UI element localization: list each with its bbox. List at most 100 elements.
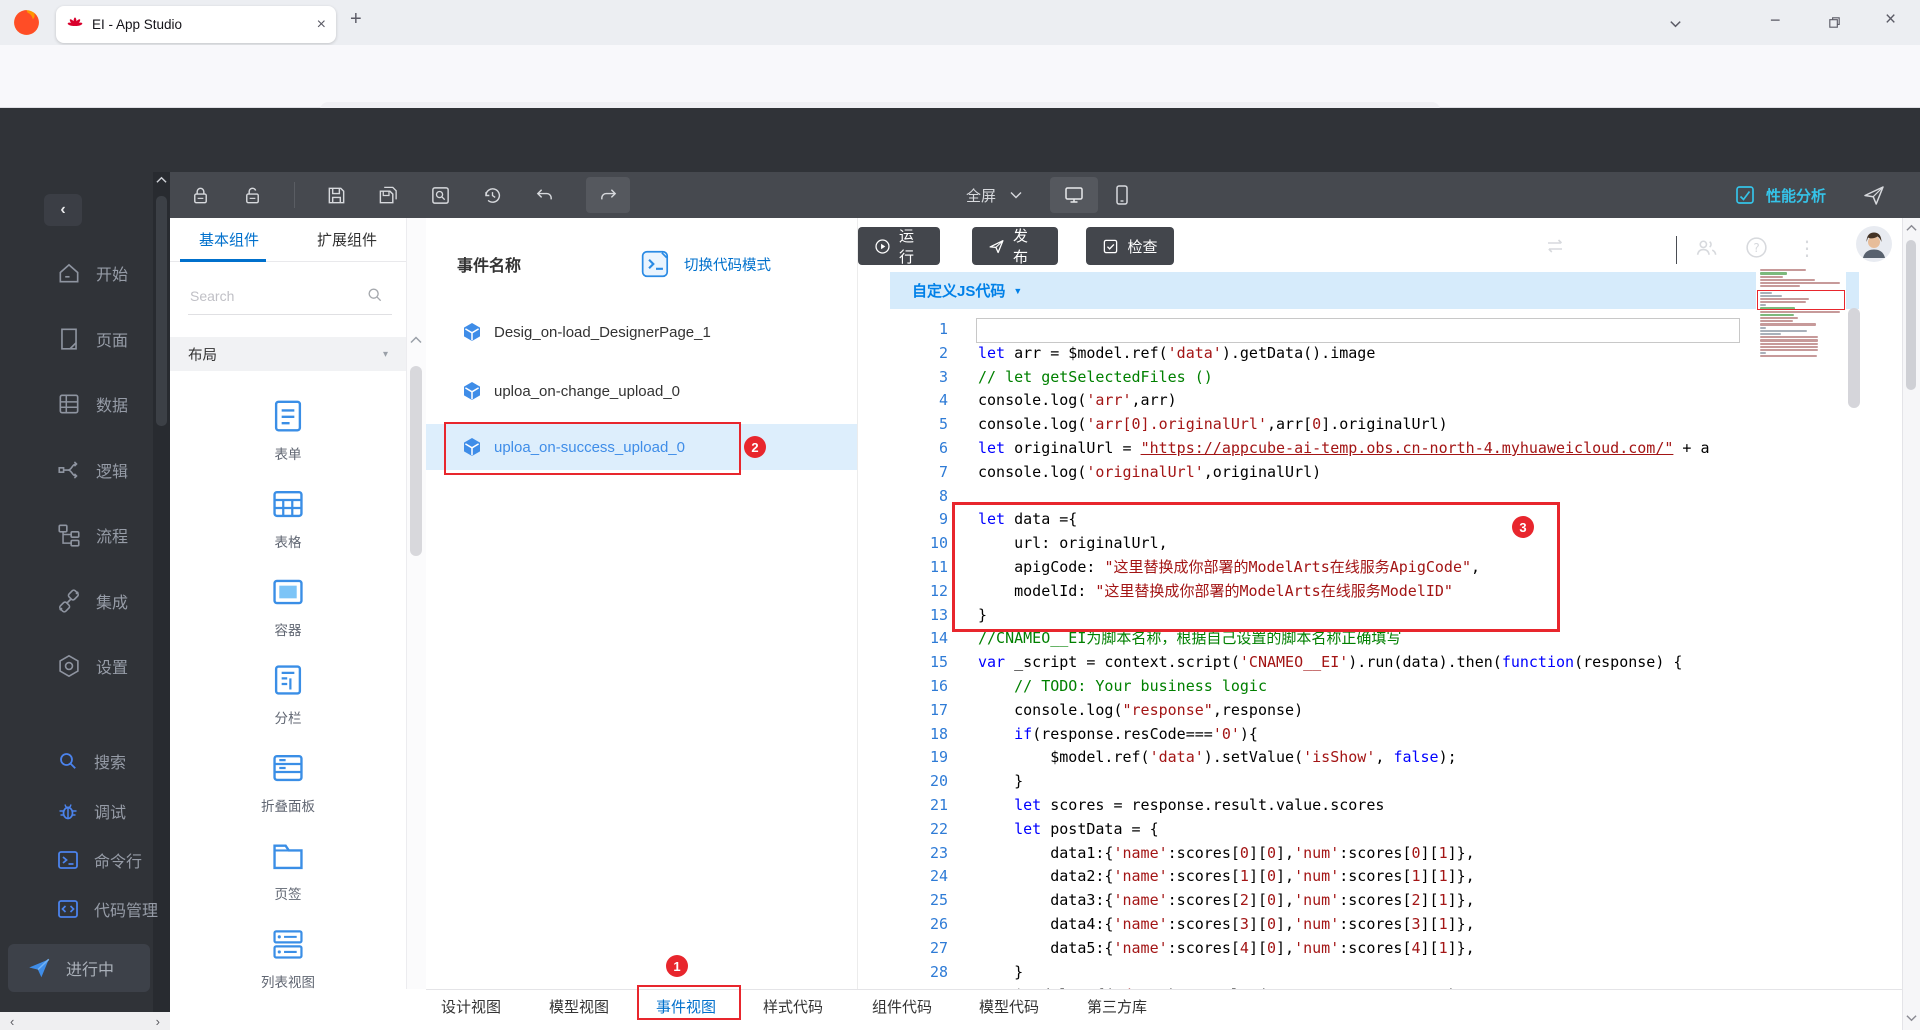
sidebar-item-pages[interactable]: 页面	[0, 324, 152, 354]
components-scrollbar[interactable]	[406, 218, 426, 989]
desktop-preview-button[interactable]	[1050, 177, 1099, 213]
publish-button[interactable]: 发布	[972, 227, 1058, 266]
component-columns[interactable]: 分栏	[170, 661, 406, 727]
sidebar-item-integration[interactable]: 集成	[0, 586, 152, 616]
section-caret-icon: ▾	[382, 348, 388, 360]
switch-code-mode-button[interactable]: 切换代码模式	[640, 248, 771, 280]
history-icon[interactable]	[482, 185, 503, 206]
line-content: console.log('arr',arr)	[978, 391, 1177, 410]
minimap[interactable]	[1756, 258, 1846, 430]
table-grid-icon	[269, 485, 307, 523]
components-scrollbar-thumb[interactable]	[410, 366, 422, 556]
component-search-input[interactable]	[188, 278, 392, 315]
check-square-icon	[1102, 238, 1119, 255]
sidebar-item-start[interactable]: 开始	[0, 258, 152, 288]
run-button[interactable]: 运行	[858, 227, 940, 266]
unlock-icon[interactable]	[242, 185, 263, 206]
component-table[interactable]: 表格	[170, 485, 406, 551]
sidebar-item-settings[interactable]: 设置	[0, 651, 152, 681]
sidebar-item-data[interactable]: 数据	[0, 389, 152, 419]
minimap-line	[1760, 342, 1818, 345]
huawei-favicon	[66, 16, 84, 34]
tab-model-code[interactable]: 模型代码	[979, 996, 1039, 1017]
tab-extended-components[interactable]: 扩展组件	[317, 229, 377, 250]
code-line: 15 var _script = context.script('CNAMEO__…	[890, 651, 1859, 675]
sidebar-scroll-up-icon[interactable]	[156, 176, 167, 184]
sidebar-item-logic[interactable]: 逻辑	[0, 455, 152, 485]
line-number: 18	[929, 724, 948, 743]
firefox-icon[interactable]	[13, 9, 40, 36]
tabs-folder-icon	[269, 837, 307, 875]
scroll-right-icon[interactable]: ›	[156, 1014, 160, 1029]
save-icon[interactable]	[326, 185, 347, 206]
annotation-box-step1	[637, 985, 741, 1020]
check-button[interactable]: 检查	[1086, 227, 1174, 265]
event-row-onload[interactable]: Desig_on-load_DesignerPage_1	[426, 310, 857, 354]
new-tab-button[interactable]: +	[350, 8, 362, 31]
sidebar-status-in-progress[interactable]: 进行中	[8, 944, 150, 992]
collaboration-users-icon[interactable]	[1694, 235, 1719, 260]
user-avatar[interactable]	[1856, 226, 1892, 262]
line-content: data1:{'name':scores[0][0],'num':scores[…	[978, 843, 1475, 862]
line-content: data5:{'name':scores[4][0],'num':scores[…	[978, 938, 1475, 957]
code-editor[interactable]: 1 2 let arr = $model.ref('data').getData()…	[890, 318, 1859, 989]
window-minimize-button[interactable]: −	[1770, 10, 1781, 31]
svg-text:?: ?	[1753, 241, 1759, 255]
minimap-line	[1760, 320, 1793, 323]
page-scroll-down-icon[interactable]	[1906, 1014, 1917, 1022]
performance-label[interactable]: 性能分析	[1766, 185, 1826, 206]
browser-tab[interactable]: EI - App Studio ×	[56, 6, 336, 43]
tab-list-chevron-icon[interactable]	[1668, 16, 1683, 31]
screen-size-label[interactable]: 全屏	[966, 185, 996, 206]
screen-caret-icon[interactable]	[1010, 191, 1022, 199]
window-restore-button[interactable]	[1827, 15, 1842, 30]
component-collapse-panel[interactable]: 折叠面板	[170, 749, 406, 815]
component-container[interactable]: 容器	[170, 573, 406, 639]
page-scroll-up-icon[interactable]	[1906, 224, 1917, 232]
sidebar-item-flow[interactable]: 流程	[0, 520, 152, 550]
editor-scrollbar-thumb[interactable]	[1848, 308, 1860, 408]
page-scrollbar-thumb[interactable]	[1906, 240, 1916, 390]
home-icon	[56, 260, 82, 286]
gear-icon	[56, 653, 82, 679]
send-plane-icon[interactable]	[1862, 183, 1886, 207]
tab-close-icon[interactable]: ×	[317, 16, 326, 34]
custom-js-header[interactable]: 自定义JS代码 ▼	[890, 272, 1859, 309]
line-number: 3	[938, 367, 948, 386]
event-row-onchange[interactable]: uploa_on-change_upload_0	[426, 369, 857, 413]
sidebar-item-cli[interactable]: 命令行	[0, 845, 152, 875]
sidebar-collapse-button[interactable]: ‹	[44, 194, 82, 226]
tab-style-code[interactable]: 样式代码	[763, 996, 823, 1017]
sidebar-item-search[interactable]: 搜索	[0, 746, 152, 776]
annotation-box-step3	[952, 502, 1560, 632]
mobile-preview-button[interactable]	[1112, 184, 1132, 206]
tab-component-code[interactable]: 组件代码	[872, 996, 932, 1017]
line-content: if(response.resCode==='0'){	[1014, 724, 1258, 743]
search-magnifier-icon[interactable]	[366, 286, 384, 304]
flow-tree-icon	[56, 522, 82, 548]
undo-icon[interactable]	[534, 185, 555, 206]
save-all-icon[interactable]	[378, 185, 399, 206]
find-in-page-icon[interactable]	[430, 185, 451, 206]
sidebar-item-code-management[interactable]: 代码管理	[0, 894, 158, 924]
sidebar-item-debug[interactable]: 调试	[0, 796, 152, 826]
classic-mode-switch[interactable]: 经典模式	[1544, 234, 1640, 258]
scroll-left-icon[interactable]: ‹	[10, 1014, 14, 1029]
components-scroll-up-icon[interactable]	[410, 336, 422, 344]
section-layout[interactable]: 布局 ▾	[170, 337, 406, 371]
tab-basic-components[interactable]: 基本组件	[199, 229, 259, 250]
sidebar-horizontal-scrollbar[interactable]: ‹ ›	[0, 1012, 170, 1030]
component-tabs[interactable]: 页签	[170, 837, 406, 903]
window-close-button[interactable]: ×	[1885, 9, 1896, 31]
tab-third-party-lib[interactable]: 第三方库	[1087, 996, 1147, 1017]
help-icon[interactable]: ?	[1744, 235, 1769, 260]
sidebar-scrollbar-thumb[interactable]	[156, 196, 167, 426]
component-list-view[interactable]: 列表视图	[170, 925, 406, 991]
tab-design-view[interactable]: 设计视图	[441, 996, 501, 1017]
component-form[interactable]: 表单	[170, 397, 406, 463]
minimap-line	[1760, 317, 1798, 320]
tab-model-view[interactable]: 模型视图	[549, 996, 609, 1017]
lock-icon[interactable]	[190, 185, 211, 206]
code-line: 17 console.log("response",response)	[890, 699, 1859, 723]
redo-button[interactable]	[586, 177, 630, 213]
